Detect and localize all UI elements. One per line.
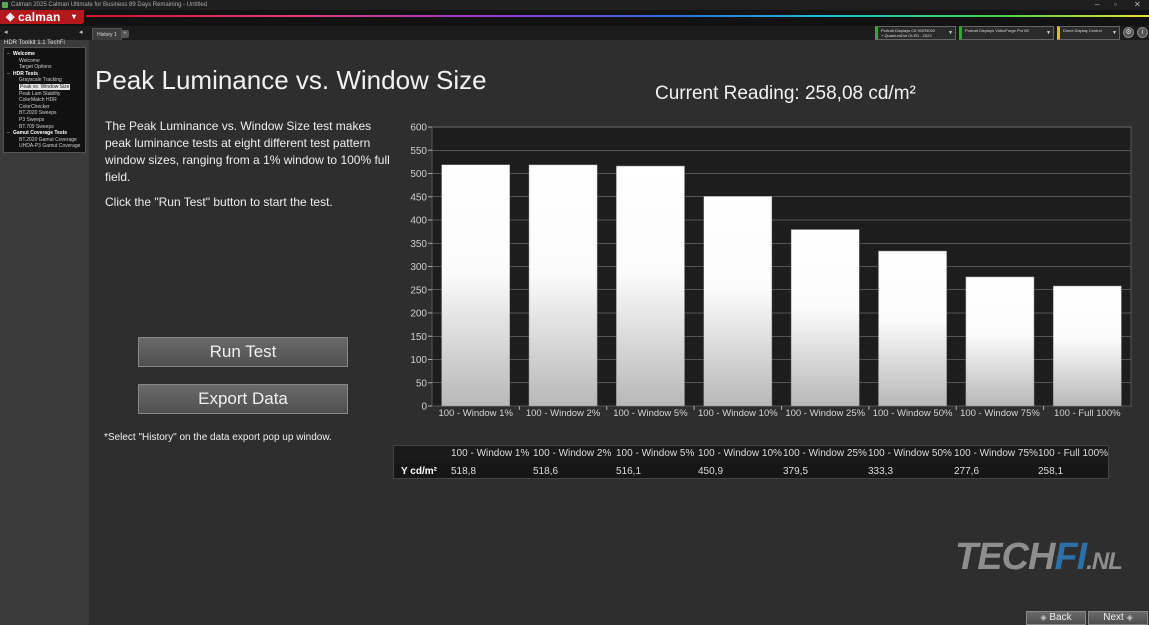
- close-button[interactable]: ✕: [1134, 0, 1141, 10]
- title-bar: Calman 2025 Calman Ultimate for Business…: [0, 0, 1149, 10]
- table-cell: 518,6: [533, 466, 559, 477]
- next-button[interactable]: Next ◈: [1088, 611, 1148, 625]
- tree-item[interactable]: ColorMatch HDR: [19, 97, 57, 103]
- device-generator[interactable]: Portrait Displays VideoForge Pro 8K ▼: [959, 26, 1054, 40]
- column-header: 100 - Full 100%: [1038, 448, 1109, 459]
- back-icon: ◈: [1040, 613, 1047, 622]
- rainbow-bar: [86, 15, 1149, 17]
- column-header: 100 - Window 2%: [533, 448, 612, 459]
- forward-arrow-icon[interactable]: ◂: [79, 28, 83, 36]
- table-cell: 258,1: [1038, 466, 1064, 477]
- tree-item[interactable]: Target Options: [19, 64, 52, 70]
- info-icon[interactable]: i: [1137, 27, 1148, 38]
- watermark-tech: TECH: [955, 536, 1055, 578]
- description: The Peak Luminance vs. Window Size test …: [105, 118, 395, 219]
- table-cell: 333,3: [868, 466, 894, 477]
- add-tab-icon[interactable]: +: [121, 30, 129, 38]
- column-header: 100 - Window 1%: [451, 448, 530, 459]
- table-cell: 516,1: [616, 466, 642, 477]
- device-display[interactable]: Direct Display Control ▼: [1057, 26, 1120, 40]
- tree-item[interactable]: BT.2020 Gamut Coverage: [19, 137, 77, 143]
- maximize-button[interactable]: ▫: [1114, 0, 1117, 10]
- tree-item[interactable]: P3 Sweeps: [19, 117, 44, 123]
- back-label: Back: [1049, 612, 1072, 623]
- tree-item[interactable]: UHDA-P3 Gamut Coverage: [19, 143, 80, 149]
- tree-item[interactable]: BT.709 Sweeps: [19, 124, 54, 130]
- row-label: Y cd/m²: [401, 466, 437, 477]
- chevron-down-icon: ▾: [72, 12, 77, 21]
- results-table: Y cd/m² 518,8 518,6 516,1 450,9 379,5 333,3 27…: [393, 445, 1109, 479]
- export-data-button[interactable]: Export Data: [138, 384, 348, 414]
- table-row: Y cd/m² 518,8 518,6 516,1 450,9 379,5 333,3 27…: [394, 463, 1108, 478]
- tree-item[interactable]: ColorChecker: [19, 104, 50, 110]
- minimize-button[interactable]: –: [1095, 0, 1099, 10]
- calman-logo-icon: ◈: [6, 11, 15, 23]
- table-cell: 518,8: [451, 466, 477, 477]
- app-icon: [2, 2, 8, 8]
- table-cell: 379,5: [783, 466, 809, 477]
- chevron-down-icon: ▼: [948, 30, 953, 36]
- collapse-icon[interactable]: –: [7, 130, 10, 136]
- tree-item[interactable]: Peak vs. Window Size: [19, 84, 71, 90]
- tree-item[interactable]: Welcome: [13, 51, 35, 57]
- workflow-tree: Welcome – Welcome Target Options HDR Tests – G…: [3, 47, 86, 153]
- chevron-down-icon: ▼: [1112, 30, 1117, 36]
- device-meter[interactable]: Portrait Displays C6 HDR5000 + QuantumDo…: [875, 26, 956, 40]
- window-title: Calman 2025 Calman Ultimate for Business…: [11, 2, 208, 8]
- device-display-name: Direct Display Control: [1063, 28, 1102, 33]
- column-header: 100 - Window 50%: [868, 448, 952, 459]
- chevron-down-icon: ▼: [1046, 30, 1051, 36]
- column-header: 100 - Window 75%: [954, 448, 1038, 459]
- export-note: *Select "History" on the data export pop…: [104, 432, 332, 443]
- workflow-title: HDR Toolkit 1.1 TechFi: [4, 40, 65, 46]
- page-title: Peak Luminance vs. Window Size: [95, 65, 487, 95]
- column-header: 100 - Window 5%: [616, 448, 695, 459]
- watermark-fi: FI: [1054, 536, 1087, 578]
- tree-item[interactable]: Grayscale Tracking: [19, 77, 62, 83]
- watermark-nl: .NL: [1086, 548, 1123, 575]
- collapse-icon[interactable]: –: [7, 71, 10, 77]
- back-arrow-icon[interactable]: ◂: [4, 28, 8, 36]
- settings-icon[interactable]: ⚙: [1123, 27, 1134, 38]
- tree-item[interactable]: BT.2020 Sweeps: [19, 110, 57, 116]
- next-icon: ◈: [1126, 613, 1133, 622]
- current-reading: Current Reading: 258,08 cd/m²: [655, 83, 916, 104]
- next-label: Next: [1103, 612, 1124, 623]
- top-bar: [0, 10, 1149, 26]
- logo-text: calman: [18, 10, 61, 24]
- techfi-watermark: TECHFI.NL: [955, 536, 1123, 579]
- device-generator-name: Portrait Displays VideoForge Pro 8K: [965, 28, 1030, 33]
- sidebar-nav: ◂ ◂: [0, 26, 89, 40]
- calman-menu-button[interactable]: ◈ calman ▾: [0, 10, 84, 24]
- tree-item[interactable]: Welcome: [19, 58, 40, 64]
- column-header: 100 - Window 25%: [783, 448, 867, 459]
- description-text: The Peak Luminance vs. Window Size test …: [105, 119, 390, 184]
- column-header: 100 - Window 10%: [698, 448, 782, 459]
- table-cell: 450,9: [698, 466, 724, 477]
- run-test-button[interactable]: Run Test: [138, 337, 348, 367]
- back-button[interactable]: ◈ Back: [1026, 611, 1086, 625]
- instruction-text: Click the "Run Test" button to start the…: [105, 195, 333, 209]
- tree-item[interactable]: Peak Lum Stability: [19, 91, 60, 97]
- collapse-icon[interactable]: –: [7, 51, 10, 57]
- tree-item[interactable]: Gamut Coverage Tests: [13, 130, 67, 136]
- device-meter-profile: + QuantumDot OLED - 2023: [881, 33, 932, 38]
- table-cell: 277,6: [954, 466, 980, 477]
- tree-item[interactable]: HDR Tests: [13, 71, 38, 77]
